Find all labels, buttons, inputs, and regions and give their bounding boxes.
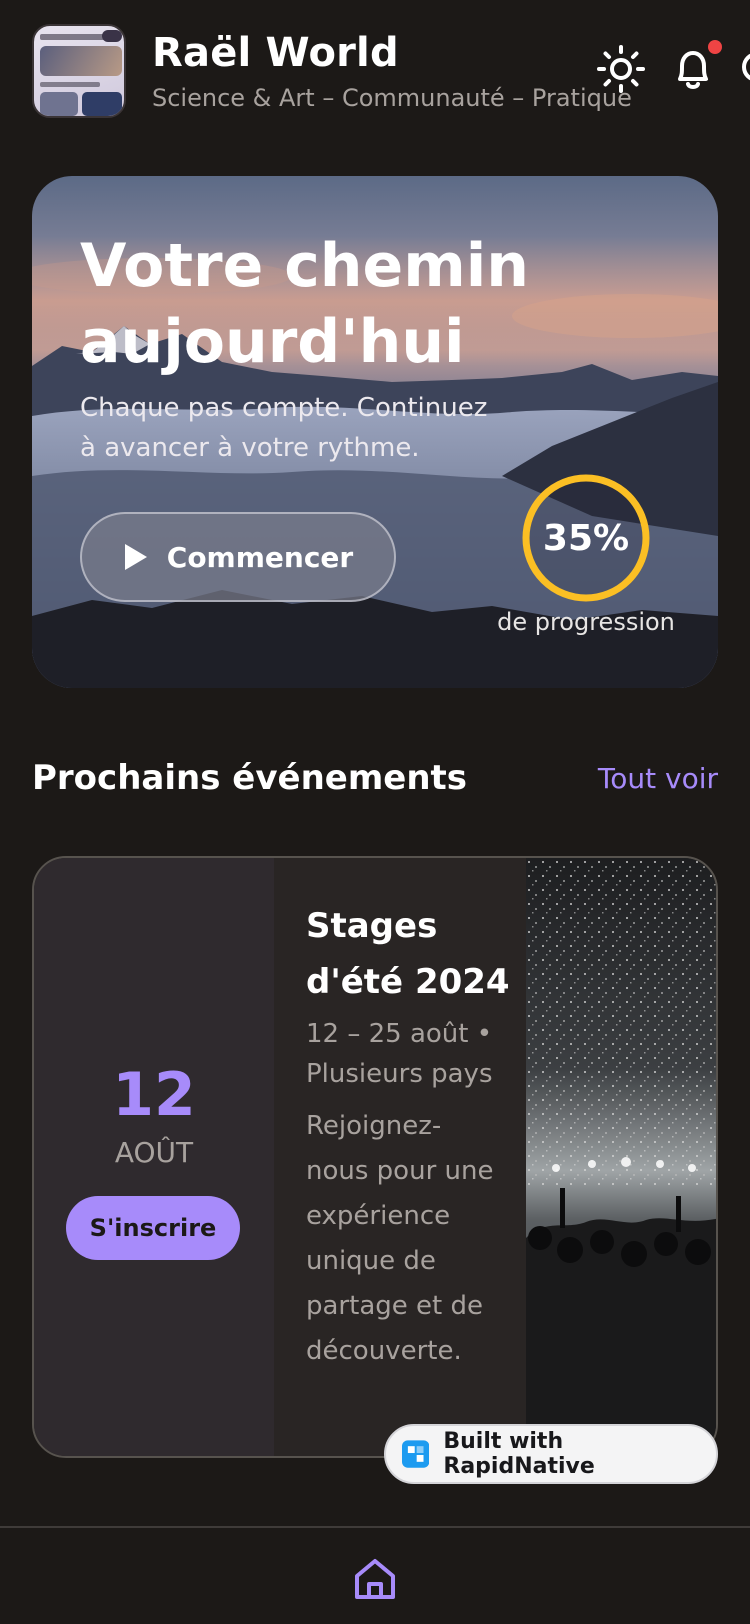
see-all-link[interactable]: Tout voir [598,762,718,795]
event-meta: 12 – 25 août • Plusieurs pays [306,1019,493,1089]
built-with-badge[interactable]: Built with RapidNative [384,1424,718,1484]
register-button[interactable]: S'inscrire [66,1196,240,1260]
concert-crowd-image [526,858,716,1456]
profile-icon[interactable] [742,52,750,82]
notification-dot [708,40,722,54]
hero-card: Votre chemin aujourd'hui Chaque pas comp… [32,176,718,688]
app-title: Raël World [152,30,399,76]
event-day: 12 [112,1060,196,1130]
events-section-title: Prochains événements [32,758,468,798]
event-description: Rejoignez-nous pour une expérience uniqu… [306,1111,494,1366]
event-date-panel: 12 AOÛT S'inscrire [34,858,274,1456]
hero-subtitle: Chaque pas compte. Continuez à avancer à… [80,393,488,463]
built-with-label: Built with RapidNative [443,1429,595,1479]
app-subtitle: Science & Art – Communauté – Pratique [152,84,632,112]
app-logo[interactable] [32,24,126,118]
play-icon [124,544,147,570]
rapidnative-logo-icon [402,1440,430,1468]
event-card[interactable]: 12 AOÛT S'inscrire Stages d'été 2024 12 … [32,856,718,1458]
progress-label: de progression [497,608,675,636]
event-title: Stages d'été 2024 [306,906,510,1002]
bottom-navigation [0,1526,750,1624]
event-month: AOÛT [114,1136,194,1169]
start-button[interactable]: Commencer [80,512,396,602]
hero-title: Votre chemin aujourd'hui [80,231,530,377]
progress-percentage: 35% [542,517,630,559]
sun-icon[interactable] [596,44,646,94]
home-icon[interactable] [352,1556,398,1602]
app-header: Raël World Science & Art – Communauté – … [0,0,750,150]
start-button-label: Commencer [166,540,354,574]
